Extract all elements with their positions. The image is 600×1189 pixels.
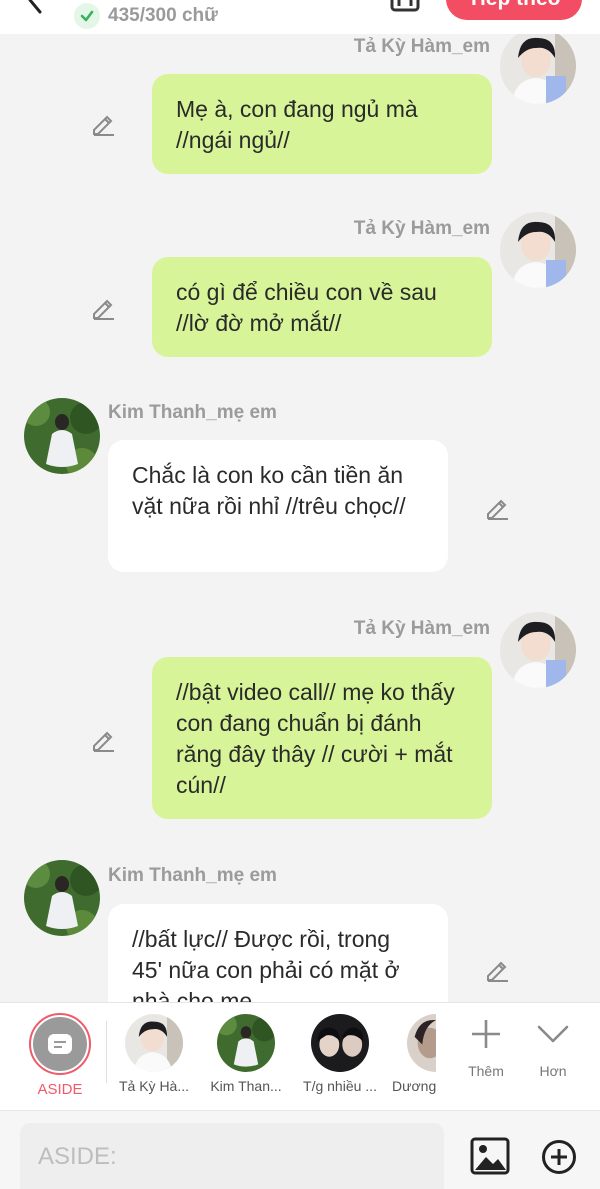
avatar[interactable] <box>500 212 576 288</box>
character-label: Tả Kỳ Hà... <box>118 1078 190 1094</box>
character-item[interactable]: Kim Than... <box>204 1003 288 1111</box>
avatar[interactable] <box>24 398 100 474</box>
character-tray: ASIDE Tả Kỳ Hà... Kim Than... T/g nhiều … <box>0 1002 600 1110</box>
more-button[interactable]: Hơn <box>523 1017 583 1107</box>
word-count-text: 435/300 chữ <box>108 5 218 26</box>
image-icon[interactable] <box>470 1137 510 1175</box>
avatar <box>407 1014 436 1072</box>
avatar[interactable] <box>500 612 576 688</box>
character-label: Dương <box>392 1078 436 1094</box>
edit-icon[interactable] <box>90 110 116 136</box>
message-bubble: có gì để chiều con về sau //lờ đờ mở mắt… <box>152 257 492 357</box>
sender-name: Kim Thanh_mẹ em <box>108 402 277 423</box>
back-icon[interactable] <box>22 0 50 14</box>
add-circle-icon[interactable] <box>541 1139 577 1175</box>
avatar <box>311 1014 369 1072</box>
sender-name: Kim Thanh_mẹ em <box>108 865 277 886</box>
check-icon <box>74 3 100 29</box>
character-item[interactable]: Tả Kỳ Hà... <box>112 1003 196 1111</box>
message-bubble: //bất lực// Được rồi, trong 45' nữa con … <box>108 904 448 1002</box>
character-label: T/g nhiều ... <box>303 1078 377 1094</box>
preview-icon[interactable] <box>390 0 420 12</box>
avatar[interactable] <box>500 34 576 104</box>
aside-ring <box>29 1013 91 1075</box>
edit-icon[interactable] <box>90 726 116 752</box>
sender-name: Tả Kỳ Hàm_em <box>353 218 490 239</box>
aside-label: ASIDE <box>37 1081 83 1098</box>
sender-name: Tả Kỳ Hàm_em <box>353 618 490 639</box>
message-bubble: //bật video call// mẹ ko thấy con đang c… <box>152 657 492 819</box>
character-label: Kim Than... <box>210 1078 282 1094</box>
word-count: 435/300 chữ <box>74 2 218 30</box>
avatar <box>217 1014 275 1072</box>
edit-icon[interactable] <box>484 956 510 982</box>
aside-button[interactable]: ASIDE <box>18 1003 102 1111</box>
more-label: Hơn <box>539 1063 567 1079</box>
plus-icon <box>472 1020 500 1048</box>
sender-name: Tả Kỳ Hàm_em <box>353 36 490 57</box>
edit-icon[interactable] <box>484 494 510 520</box>
next-button[interactable]: Tiếp theo <box>446 0 582 20</box>
aside-icon <box>33 1017 87 1071</box>
add-character-button[interactable]: Thêm <box>456 1017 516 1107</box>
composer <box>0 1110 600 1189</box>
character-item[interactable]: Dương <box>392 1003 436 1111</box>
divider <box>106 1021 107 1083</box>
chat-area: Tả Kỳ Hàm_em Mẹ à, con đang ngủ mà //ngá… <box>0 34 600 1002</box>
avatar <box>125 1014 183 1072</box>
character-item[interactable]: T/g nhiều ... <box>298 1003 382 1111</box>
chevron-down-icon <box>537 1025 569 1043</box>
add-label: Thêm <box>468 1063 504 1079</box>
message-bubble: Chắc là con ko cần tiền ăn vặt nữa rồi n… <box>108 440 448 572</box>
message-bubble: Mẹ à, con đang ngủ mà //ngái ngủ// <box>152 74 492 174</box>
avatar[interactable] <box>24 860 100 936</box>
top-bar: 435/300 chữ Tiếp theo <box>0 0 600 34</box>
message-input[interactable] <box>20 1123 444 1189</box>
edit-icon[interactable] <box>90 294 116 320</box>
